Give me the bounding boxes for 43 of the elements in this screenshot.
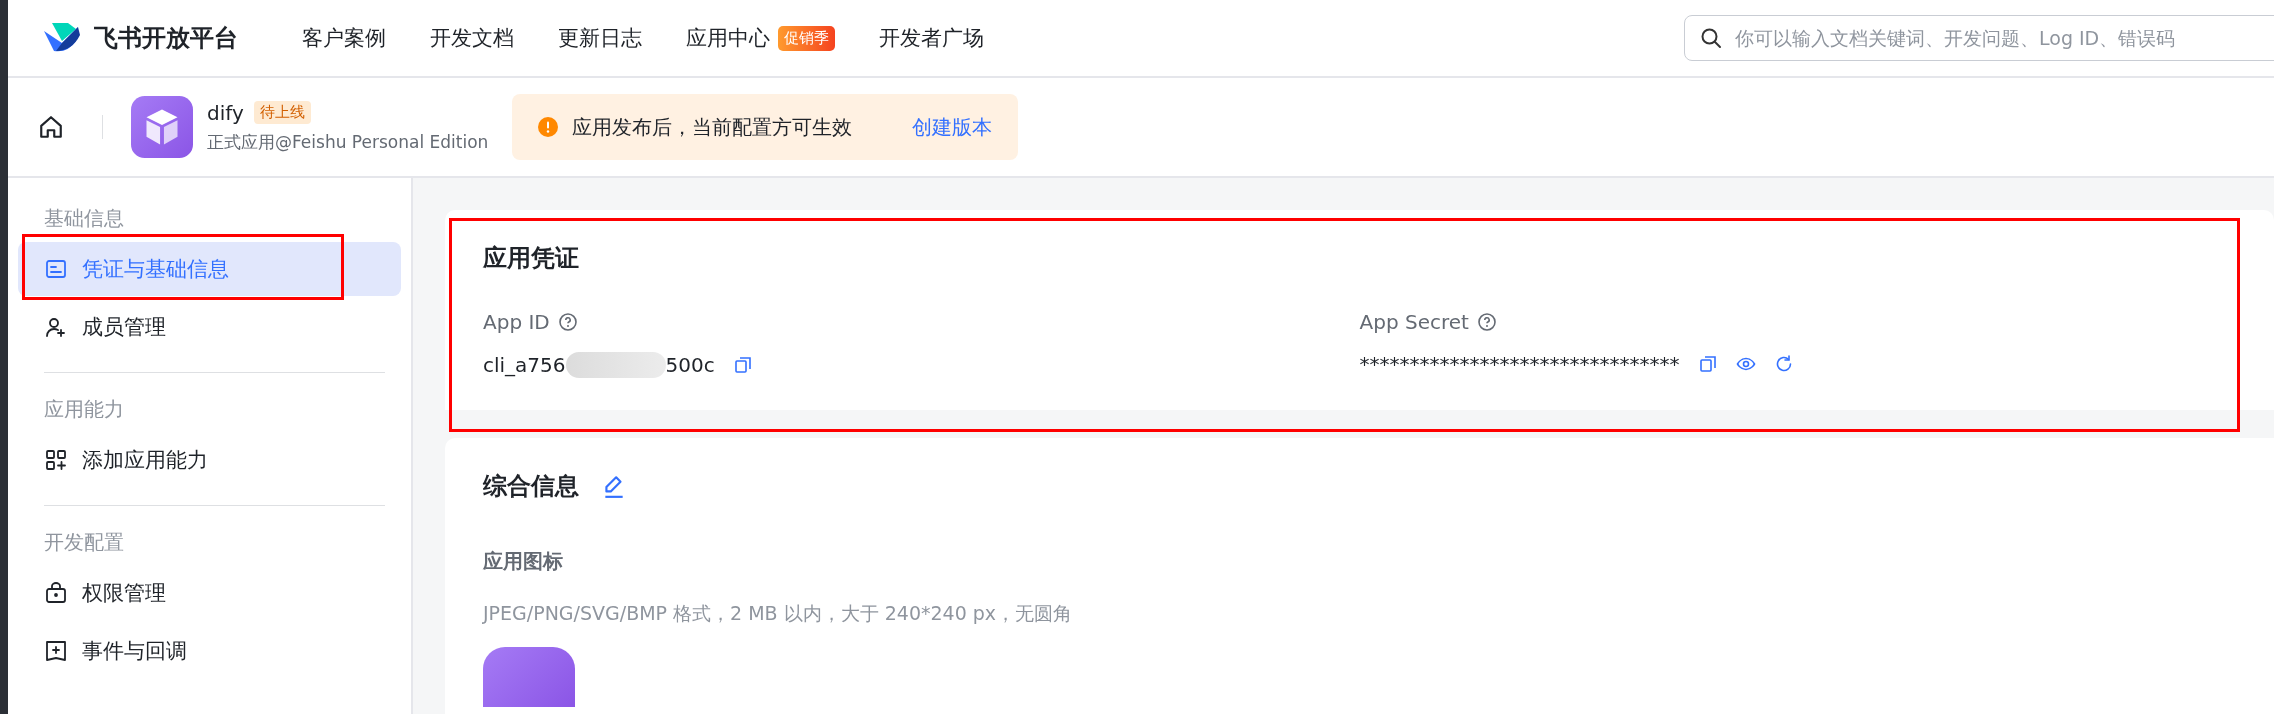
search-icon xyxy=(1699,26,1723,50)
brand-name[interactable]: 飞书开放平台 xyxy=(94,22,238,54)
nav-link[interactable]: 更新日志 xyxy=(558,24,642,52)
sidebar-group-title: 应用能力 xyxy=(43,396,125,423)
upload-hint: JPEG/PNG/SVG/BMP 格式，2 MB 以内，大于 240*240 px，无圆角 xyxy=(483,601,1074,626)
app-secret-value: ******************************** xyxy=(1359,352,1680,376)
grid-add-icon xyxy=(44,448,68,472)
card-icon xyxy=(44,257,68,281)
field-label: App Secret xyxy=(1359,310,1469,334)
status-badge: 待上线 xyxy=(253,101,311,124)
user-add-icon xyxy=(44,315,68,339)
nav-link[interactable]: 应用中心 促销季 xyxy=(686,24,835,52)
app-subtitle: 正式应用@Feishu Personal Edition xyxy=(207,130,489,154)
sidebar-item[interactable]: 添加应用能力 xyxy=(18,433,401,487)
sidebar-item[interactable]: 事件与回调 xyxy=(18,624,401,678)
copy-icon[interactable] xyxy=(1697,354,1718,374)
notice-text: 应用发布后，当前配置方可生效 xyxy=(572,113,853,141)
square-add-icon xyxy=(44,639,68,663)
promo-badge: 促销季 xyxy=(778,25,835,51)
app-cube-icon xyxy=(131,96,193,158)
nav-link[interactable]: 开发文档 xyxy=(430,24,514,52)
field-label: App ID xyxy=(483,310,550,334)
sidebar-item[interactable]: 凭证与基础信息 xyxy=(18,242,401,296)
sidebar-group-title: 开发配置 xyxy=(43,529,125,556)
create-version-link[interactable]: 创建版本 xyxy=(912,113,993,141)
field-label: 应用图标 xyxy=(483,548,564,575)
home-icon[interactable] xyxy=(38,114,64,140)
help-icon[interactable] xyxy=(557,312,578,332)
bag-icon xyxy=(44,581,68,605)
app-id-start: cli_a756 xyxy=(483,353,566,377)
sidebar-group-title: 基础信息 xyxy=(43,205,125,232)
card-title: 综合信息 xyxy=(483,471,579,502)
app-id-end: 500c xyxy=(665,353,715,377)
sidebar-item[interactable]: 成员管理 xyxy=(18,300,401,354)
sidebar-item[interactable]: 权限管理 xyxy=(18,566,401,620)
card-title: 应用凭证 xyxy=(483,244,579,272)
nav-link[interactable]: 客户案例 xyxy=(302,24,386,52)
copy-icon[interactable] xyxy=(732,355,753,375)
search-field[interactable]: 你可以输入文档关键词、开发问题、Log ID、错误码 xyxy=(1684,15,2274,61)
app-name: dify xyxy=(207,100,244,125)
help-icon[interactable] xyxy=(1476,312,1497,332)
nav-link[interactable]: 开发者广场 xyxy=(879,24,984,52)
warning-icon xyxy=(538,117,559,137)
